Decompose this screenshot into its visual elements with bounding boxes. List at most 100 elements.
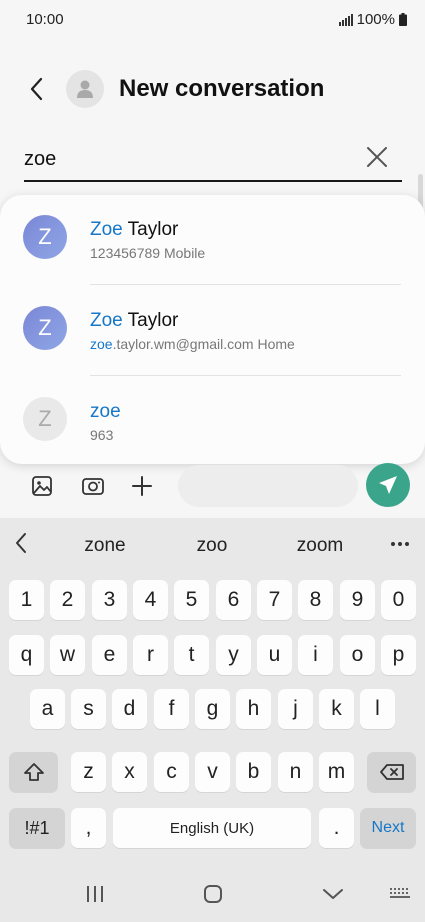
status-icons: 100% — [338, 11, 407, 28]
key-u[interactable]: u — [257, 635, 292, 675]
chevron-left-icon — [30, 77, 43, 101]
contact-avatar: Z — [23, 306, 67, 350]
key-p[interactable]: p — [381, 635, 416, 675]
detail-match: zoe — [90, 336, 113, 352]
detail-rest: 123456789 Mobile — [90, 245, 206, 261]
key-0[interactable]: 0 — [381, 580, 416, 620]
suggestion-word[interactable]: zoom — [292, 535, 348, 557]
divider — [90, 284, 401, 285]
contact-item[interactable]: Z zoe 963 — [0, 377, 425, 465]
key-a[interactable]: a — [30, 689, 65, 729]
key-y[interactable]: y — [216, 635, 251, 675]
key-l[interactable]: l — [360, 689, 395, 729]
camera-icon — [82, 478, 104, 495]
key-n[interactable]: n — [278, 752, 313, 792]
recent-apps-button[interactable] — [80, 880, 110, 908]
plus-icon — [132, 476, 152, 496]
comma-key[interactable]: , — [71, 808, 106, 848]
recipient-search — [24, 137, 402, 182]
key-e[interactable]: e — [92, 635, 127, 675]
hide-keyboard-button[interactable] — [318, 880, 348, 908]
name-match: zoe — [90, 401, 121, 422]
suggestion-word[interactable]: zone — [82, 535, 128, 557]
symbols-key[interactable]: !#1 — [9, 808, 65, 848]
key-f[interactable]: f — [154, 689, 189, 729]
more-options-button[interactable] — [388, 532, 412, 556]
name-rest: Taylor — [122, 219, 179, 240]
gallery-button[interactable] — [26, 470, 58, 502]
avatar — [66, 70, 104, 108]
key-t[interactable]: t — [174, 635, 209, 675]
key-d[interactable]: d — [112, 689, 147, 729]
key-x[interactable]: x — [112, 752, 147, 792]
key-4[interactable]: 4 — [133, 580, 168, 620]
suggestion-bar: zone zoo zoom — [0, 518, 425, 570]
camera-button[interactable] — [77, 470, 109, 502]
chevron-left-icon — [16, 533, 26, 553]
home-button[interactable] — [198, 880, 228, 908]
key-1[interactable]: 1 — [9, 580, 44, 620]
detail-rest: 963 — [90, 427, 114, 443]
key-6[interactable]: 6 — [216, 580, 251, 620]
name-match: Zoe — [90, 219, 123, 240]
contact-name: Zoe Taylor — [90, 310, 178, 332]
shift-key[interactable] — [9, 752, 58, 792]
contact-item[interactable]: Z Zoe Taylor 123456789 Mobile — [0, 195, 425, 283]
key-b[interactable]: b — [236, 752, 271, 792]
chevron-down-icon — [323, 889, 343, 899]
recipient-input[interactable] — [24, 143, 354, 175]
key-5[interactable]: 5 — [174, 580, 209, 620]
key-7[interactable]: 7 — [257, 580, 292, 620]
shift-icon — [23, 763, 44, 781]
battery-percent: 100% — [356, 11, 395, 28]
key-r[interactable]: r — [133, 635, 168, 675]
suggestion-word[interactable]: zoo — [190, 535, 234, 557]
key-c[interactable]: c — [154, 752, 189, 792]
divider — [90, 375, 401, 376]
back-button[interactable] — [20, 72, 54, 106]
app-header: New conversation — [0, 60, 425, 118]
keyboard-icon — [390, 888, 410, 898]
key-k[interactable]: k — [319, 689, 354, 729]
key-s[interactable]: s — [71, 689, 106, 729]
send-button[interactable] — [366, 463, 410, 507]
key-i[interactable]: i — [298, 635, 333, 675]
key-z[interactable]: z — [71, 752, 106, 792]
key-9[interactable]: 9 — [340, 580, 375, 620]
key-q[interactable]: q — [9, 635, 44, 675]
space-key[interactable]: English (UK) — [113, 808, 311, 848]
backspace-key[interactable] — [367, 752, 416, 792]
status-bar: 10:00 100% — [0, 0, 425, 40]
key-2[interactable]: 2 — [50, 580, 85, 620]
message-input[interactable] — [178, 465, 358, 507]
detail-rest: .taylor.wm@gmail.com Home — [112, 336, 295, 352]
battery-icon — [399, 13, 407, 26]
next-key[interactable]: Next — [360, 808, 416, 848]
key-w[interactable]: w — [50, 635, 85, 675]
key-j[interactable]: j — [278, 689, 313, 729]
contact-avatar: Z — [23, 215, 67, 259]
contact-detail: zoe.taylor.wm@gmail.com Home — [90, 336, 295, 352]
navigation-bar — [0, 866, 425, 922]
backspace-icon — [379, 764, 404, 780]
key-g[interactable]: g — [195, 689, 230, 729]
home-icon — [204, 885, 222, 903]
suggestion-back-button[interactable] — [14, 532, 38, 556]
send-icon — [379, 476, 397, 494]
contact-item[interactable]: Z Zoe Taylor zoe.taylor.wm@gmail.com Hom… — [0, 286, 425, 374]
keyboard-switch-button[interactable] — [385, 880, 415, 908]
contact-name: zoe — [90, 401, 121, 423]
image-icon — [32, 476, 52, 496]
keyboard: zone zoo zoom 1 2 3 4 5 6 7 8 9 0 q w e … — [0, 518, 425, 922]
period-key[interactable]: . — [319, 808, 354, 848]
signal-icon — [338, 13, 353, 26]
compose-bar — [0, 460, 425, 512]
clear-button[interactable] — [366, 146, 392, 172]
key-m[interactable]: m — [319, 752, 354, 792]
key-v[interactable]: v — [195, 752, 230, 792]
key-h[interactable]: h — [236, 689, 271, 729]
key-o[interactable]: o — [340, 635, 375, 675]
key-8[interactable]: 8 — [298, 580, 333, 620]
attach-button[interactable] — [126, 470, 158, 502]
key-3[interactable]: 3 — [92, 580, 127, 620]
